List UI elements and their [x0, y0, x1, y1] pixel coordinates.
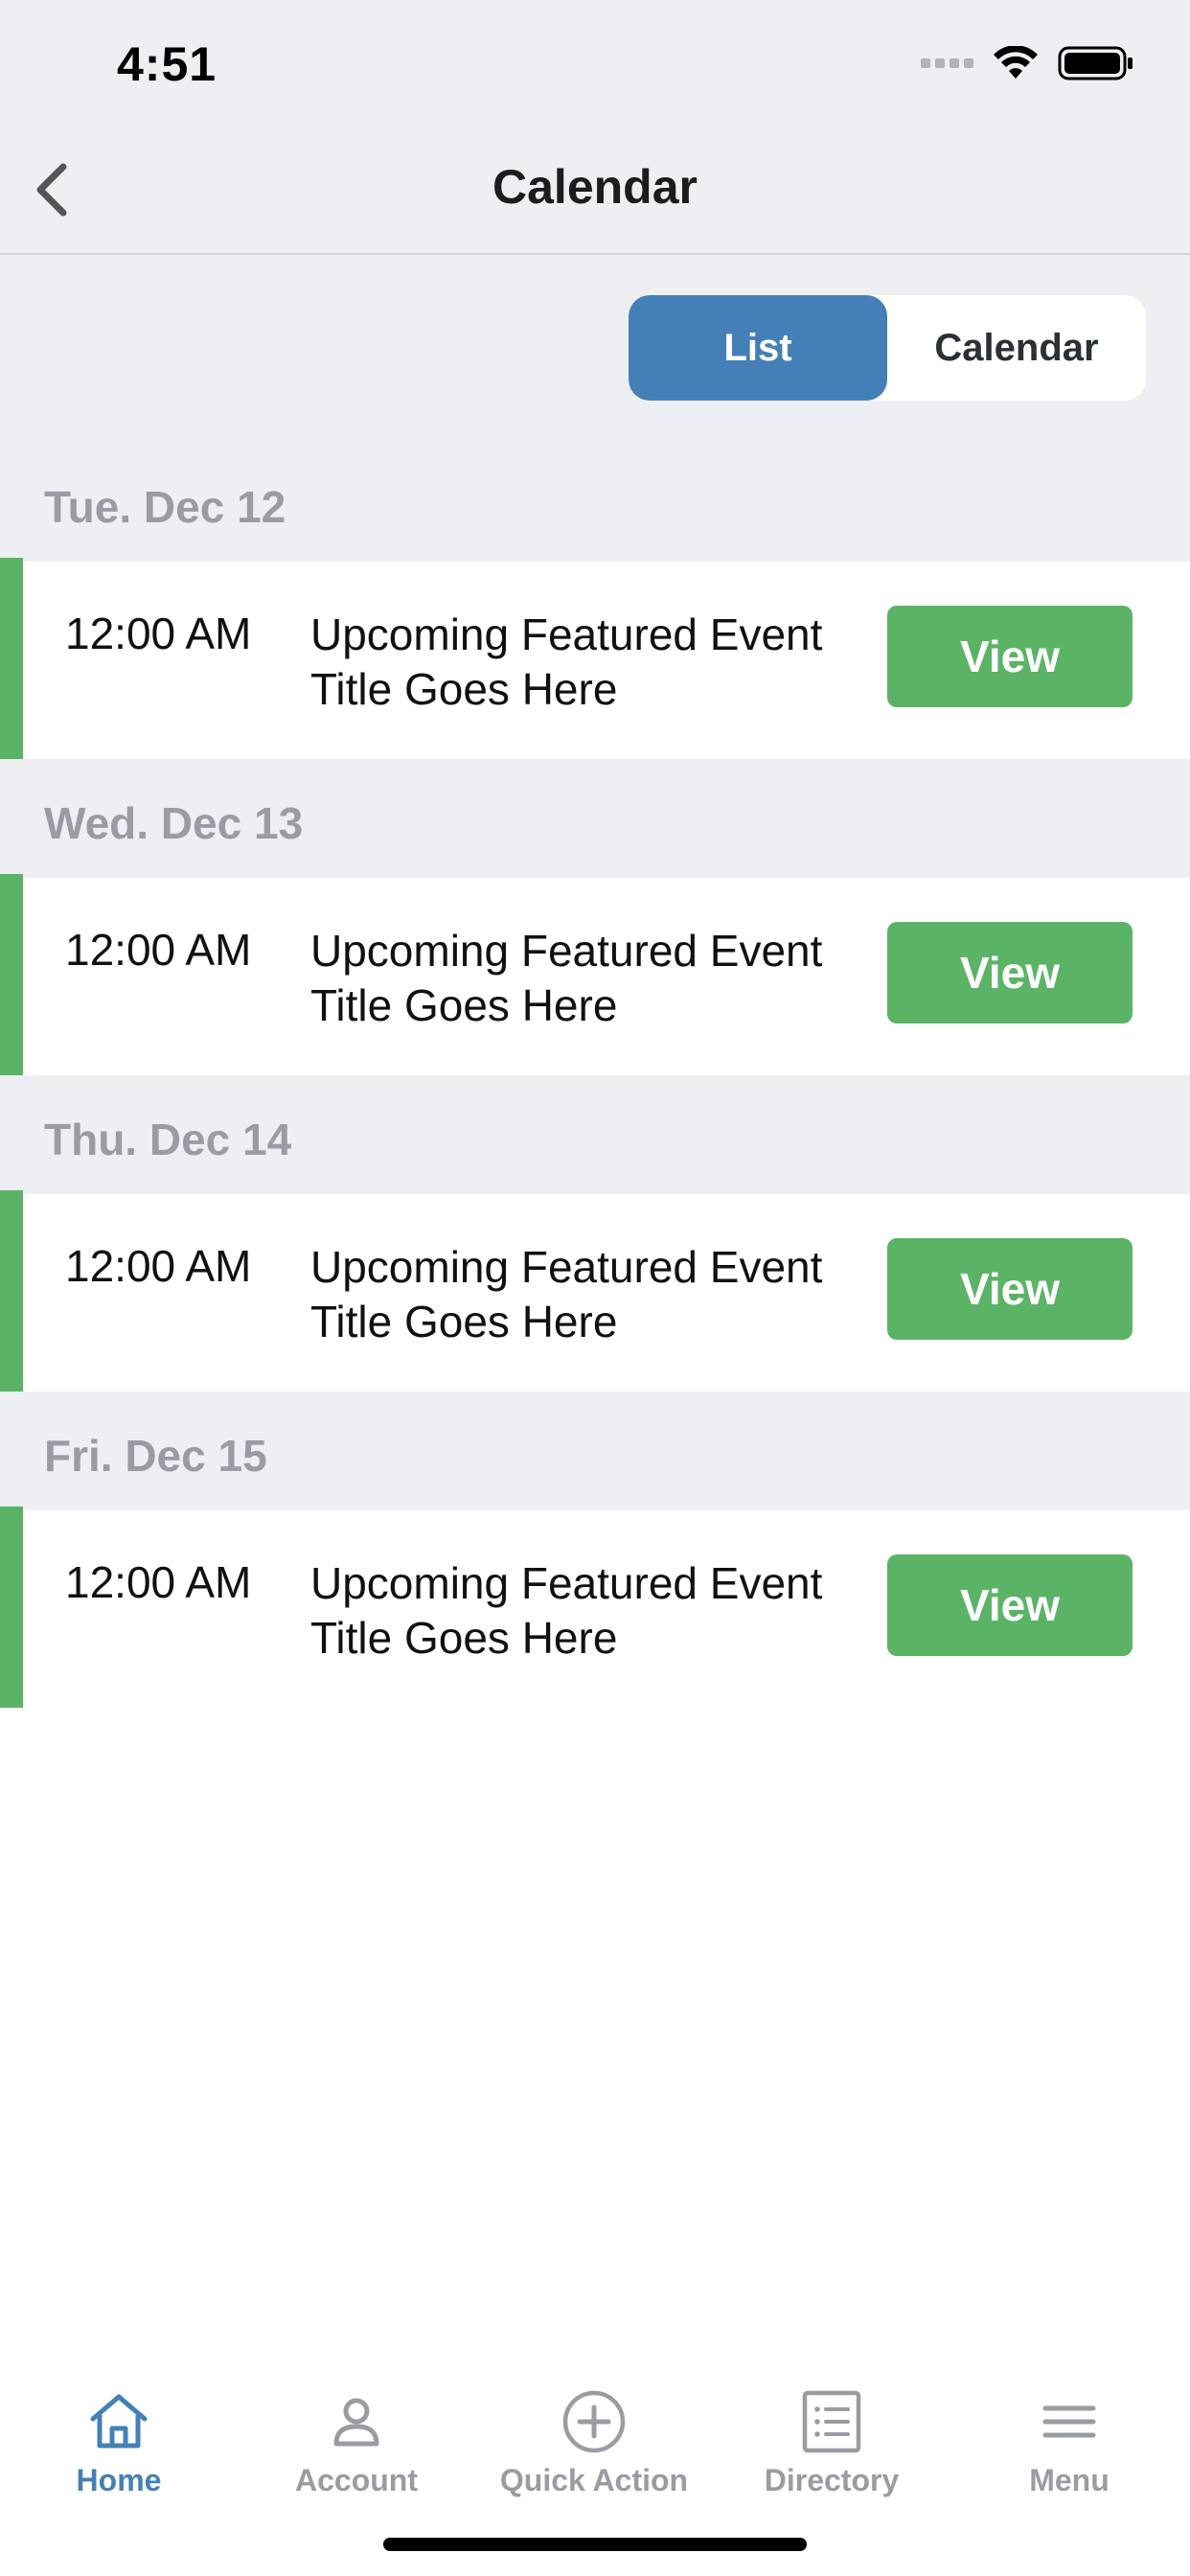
event-title: Upcoming Featured Event Title Goes Here: [310, 1242, 823, 1346]
event-row: 12:00 AM Upcoming Featured Event Title G…: [0, 558, 1190, 759]
tab-label: Account: [295, 2463, 418, 2497]
day-header: Fri. Dec 15: [0, 1392, 1190, 1510]
calendar-view-tab[interactable]: Calendar: [887, 295, 1146, 401]
tab-directory[interactable]: Directory: [713, 2338, 950, 2511]
event-accent-bar: [0, 1506, 23, 1708]
list-document-icon: [802, 2390, 861, 2453]
status-time: 4:51: [117, 37, 217, 91]
event-row: 12:00 AM Upcoming Featured Event Title G…: [0, 874, 1190, 1075]
view-event-button[interactable]: View: [887, 1554, 1133, 1656]
event-accent-bar: [0, 874, 23, 1075]
event-accent-bar: [0, 558, 23, 759]
home-indicator[interactable]: [383, 2538, 807, 2551]
event-row: 12:00 AM Upcoming Featured Event Title G…: [0, 1506, 1190, 1708]
battery-icon: [1058, 46, 1133, 80]
home-icon: [90, 2394, 148, 2449]
event-title: Upcoming Featured Event Title Goes Here: [310, 926, 823, 1030]
tab-account[interactable]: Account: [238, 2338, 475, 2511]
day-label: Wed. Dec 13: [44, 798, 304, 848]
event-accent-bar: [0, 1190, 23, 1392]
tab-label: Quick Action: [499, 2463, 689, 2497]
event-row: 12:00 AM Upcoming Featured Event Title G…: [0, 1190, 1190, 1392]
list-view-tab[interactable]: List: [629, 295, 887, 401]
day-label: Thu. Dec 14: [44, 1115, 292, 1164]
view-event-button[interactable]: View: [887, 922, 1133, 1024]
hamburger-menu-icon: [1042, 2405, 1096, 2438]
day-header: Thu. Dec 14: [0, 1075, 1190, 1194]
wifi-icon: [994, 46, 1038, 79]
view-mode-segmented-control: List Calendar: [629, 295, 1146, 401]
tab-menu[interactable]: Menu: [950, 2338, 1188, 2511]
event-time: 12:00 AM: [65, 925, 252, 975]
event-title: Upcoming Featured Event Title Goes Here: [310, 610, 823, 714]
event-list-content: List Calendar Tue. Dec 12 12:00 AM Upcom…: [0, 255, 1190, 1708]
day-label: Fri. Dec 15: [44, 1431, 267, 1481]
day-header: Tue. Dec 12: [0, 443, 1190, 562]
header: 4:51 Calendar: [0, 0, 1190, 255]
event-title: Upcoming Featured Event Title Goes Here: [310, 1558, 823, 1663]
tab-label: Menu: [1029, 2463, 1110, 2497]
person-icon: [333, 2398, 379, 2447]
tab-home[interactable]: Home: [0, 2338, 238, 2511]
status-icons: [921, 44, 1134, 82]
event-time: 12:00 AM: [65, 609, 252, 658]
event-time: 12:00 AM: [65, 1557, 252, 1607]
tab-label: Directory: [764, 2463, 900, 2497]
event-time: 12:00 AM: [65, 1241, 252, 1291]
view-event-button[interactable]: View: [887, 606, 1133, 707]
day-header: Wed. Dec 13: [0, 759, 1190, 878]
day-label: Tue. Dec 12: [44, 482, 286, 532]
tab-label: Home: [76, 2463, 162, 2497]
plus-circle-icon: [562, 2390, 626, 2453]
cellular-signal-icon: [921, 58, 973, 68]
tab-quick-action[interactable]: Quick Action: [475, 2338, 713, 2511]
page-title: Calendar: [492, 160, 698, 214]
view-event-button[interactable]: View: [887, 1238, 1133, 1340]
